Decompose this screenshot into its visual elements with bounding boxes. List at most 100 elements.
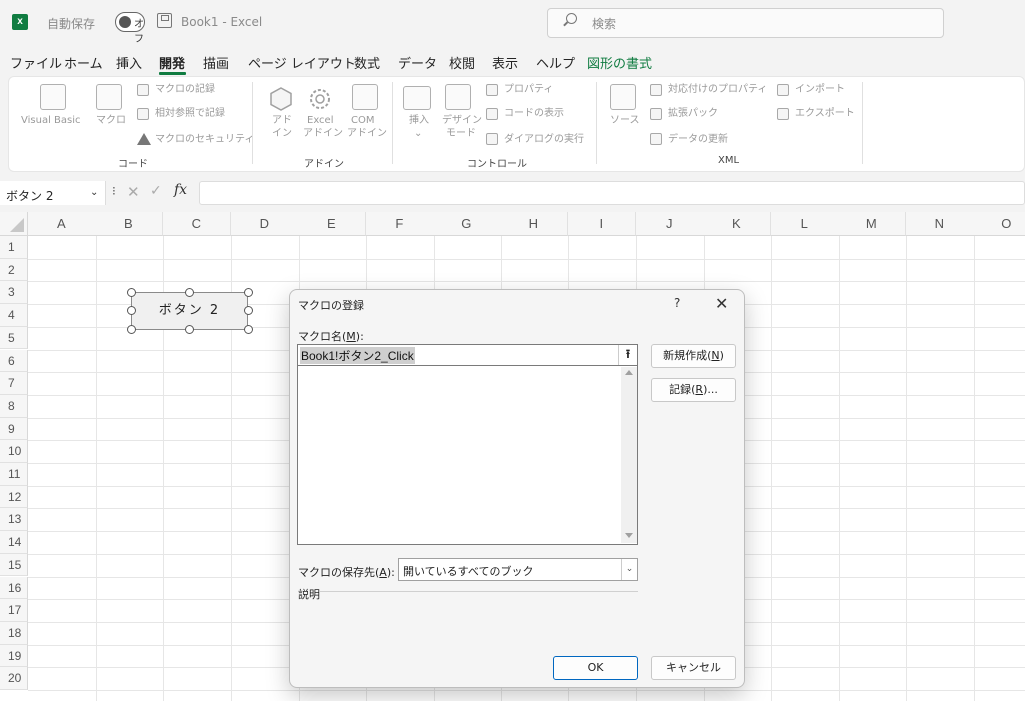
row-header[interactable]: 2 bbox=[0, 258, 28, 282]
tab-review[interactable]: 校閲 bbox=[449, 53, 475, 72]
row-header[interactable]: 4 bbox=[0, 304, 28, 327]
source-button[interactable]: ソース bbox=[610, 115, 640, 127]
row-header[interactable]: 3 bbox=[0, 281, 28, 305]
column-header[interactable]: O bbox=[973, 212, 1025, 236]
row-header[interactable]: 17 bbox=[0, 599, 28, 622]
refresh-data-button[interactable]: データの更新 bbox=[668, 134, 728, 146]
row-header[interactable]: 8 bbox=[0, 394, 28, 418]
row-header[interactable]: 9 bbox=[0, 417, 28, 441]
column-header[interactable]: G bbox=[433, 212, 501, 236]
row-header[interactable]: 11 bbox=[0, 463, 28, 486]
column-header[interactable]: H bbox=[500, 212, 568, 236]
expansion-packs-button[interactable]: 拡張パック bbox=[668, 108, 718, 120]
tab-file[interactable]: ファイル bbox=[10, 53, 62, 72]
resize-handle[interactable] bbox=[185, 325, 194, 334]
row-header[interactable]: 6 bbox=[0, 349, 28, 373]
row-header[interactable]: 20 bbox=[0, 667, 28, 690]
tab-data[interactable]: データ bbox=[398, 53, 437, 72]
excel-add-ins-label-2[interactable]: アドイン bbox=[303, 128, 343, 140]
column-header[interactable]: F bbox=[366, 212, 434, 236]
select-all-button[interactable] bbox=[0, 212, 28, 236]
import-button[interactable]: インポート bbox=[795, 84, 845, 96]
row-header[interactable]: 14 bbox=[0, 531, 28, 554]
tab-home[interactable]: ホーム bbox=[64, 53, 103, 72]
row-header[interactable]: 15 bbox=[0, 553, 28, 577]
resize-handle[interactable] bbox=[127, 325, 136, 334]
scroll-up-icon[interactable] bbox=[625, 370, 633, 375]
view-code-button[interactable]: コードの表示 bbox=[504, 108, 564, 120]
design-mode-label-2[interactable]: モード bbox=[446, 128, 476, 140]
column-header[interactable]: K bbox=[703, 212, 771, 236]
com-add-ins-label-1[interactable]: COM bbox=[351, 115, 374, 127]
row-header[interactable]: 13 bbox=[0, 508, 28, 532]
column-header[interactable]: I bbox=[568, 212, 636, 236]
name-box[interactable]: ボタン 2 ⌄ bbox=[0, 181, 106, 205]
resize-handle[interactable] bbox=[244, 288, 253, 297]
column-header[interactable]: N bbox=[906, 212, 974, 236]
new-button[interactable]: 新規作成(N) bbox=[651, 344, 736, 368]
visual-basic-button[interactable]: Visual Basic bbox=[21, 115, 81, 127]
tab-formulas[interactable]: 数式 bbox=[354, 53, 380, 72]
column-header[interactable]: L bbox=[771, 212, 839, 236]
design-mode-label-1[interactable]: デザイン bbox=[442, 115, 482, 127]
macro-list-scrollbar[interactable] bbox=[621, 367, 637, 543]
row-header[interactable]: 1 bbox=[0, 236, 28, 259]
macros-button[interactable]: マクロ bbox=[96, 115, 126, 127]
more-options-icon[interactable]: ⁝ bbox=[112, 184, 116, 198]
column-header[interactable]: C bbox=[163, 212, 231, 236]
column-header[interactable]: E bbox=[298, 212, 366, 236]
run-dialog-button[interactable]: ダイアログの実行 bbox=[504, 134, 584, 146]
autosave-toggle[interactable]: オフ bbox=[115, 12, 145, 45]
help-button[interactable]: ? bbox=[674, 296, 680, 310]
chevron-down-icon[interactable]: ⌄ bbox=[90, 187, 98, 198]
row-header[interactable]: 12 bbox=[0, 485, 28, 509]
macro-security-button[interactable]: マクロのセキュリティ bbox=[155, 134, 254, 146]
enter-icon[interactable]: ✓ bbox=[150, 183, 162, 199]
tab-draw[interactable]: 描画 bbox=[203, 53, 229, 72]
close-icon[interactable]: ✕ bbox=[715, 294, 728, 313]
column-header[interactable]: B bbox=[95, 212, 163, 236]
tab-page-layout[interactable]: ページ レイアウト bbox=[248, 53, 356, 72]
resize-handle[interactable] bbox=[127, 306, 136, 315]
tab-view[interactable]: 表示 bbox=[492, 53, 518, 72]
row-header[interactable]: 7 bbox=[0, 372, 28, 395]
resize-handle[interactable] bbox=[244, 325, 253, 334]
properties-button[interactable]: プロパティ bbox=[504, 84, 553, 96]
column-header[interactable]: D bbox=[231, 212, 299, 236]
tab-developer[interactable]: 開発 bbox=[159, 53, 185, 72]
row-header[interactable]: 18 bbox=[0, 621, 28, 645]
row-header[interactable]: 19 bbox=[0, 644, 28, 668]
column-header[interactable]: A bbox=[28, 212, 96, 236]
chevron-down-icon[interactable]: ⌄ bbox=[621, 559, 637, 580]
add-ins-label-2[interactable]: イン bbox=[272, 128, 292, 140]
scroll-down-icon[interactable] bbox=[625, 533, 633, 538]
tab-help[interactable]: ヘルプ bbox=[536, 53, 575, 72]
resize-handle[interactable] bbox=[185, 288, 194, 297]
relative-reference-button[interactable]: 相対参照で記録 bbox=[155, 108, 225, 120]
row-header[interactable]: 16 bbox=[0, 576, 28, 600]
column-header[interactable]: J bbox=[636, 212, 704, 236]
map-properties-button[interactable]: 対応付けのプロパティ bbox=[668, 84, 767, 96]
row-header[interactable]: 5 bbox=[0, 326, 28, 350]
tab-insert[interactable]: 挿入 bbox=[116, 53, 142, 72]
resize-handle[interactable] bbox=[127, 288, 136, 297]
row-header[interactable]: 10 bbox=[0, 440, 28, 463]
cancel-button[interactable]: キャンセル bbox=[651, 656, 736, 680]
add-ins-label-1[interactable]: アド bbox=[272, 115, 292, 127]
record-macro-button[interactable]: マクロの記録 bbox=[155, 84, 215, 96]
collapse-dialog-icon[interactable]: ⭱ bbox=[618, 345, 637, 365]
save-icon[interactable] bbox=[157, 13, 172, 28]
formula-input[interactable] bbox=[199, 181, 1025, 205]
record-button[interactable]: 記録(R)... bbox=[651, 378, 736, 402]
com-add-ins-label-2[interactable]: アドイン bbox=[347, 128, 387, 140]
ok-button[interactable]: OK bbox=[553, 656, 638, 680]
resize-handle[interactable] bbox=[244, 306, 253, 315]
column-header[interactable]: M bbox=[838, 212, 906, 236]
tab-shape-format[interactable]: 図形の書式 bbox=[587, 53, 652, 72]
insert-control-button[interactable]: 挿入 bbox=[409, 115, 429, 127]
cancel-icon[interactable]: ✕ bbox=[127, 183, 140, 201]
insert-function-icon[interactable]: fx bbox=[174, 182, 187, 198]
excel-add-ins-label-1[interactable]: Excel bbox=[307, 115, 334, 127]
macro-list[interactable] bbox=[297, 365, 638, 545]
export-button[interactable]: エクスポート bbox=[795, 108, 855, 120]
